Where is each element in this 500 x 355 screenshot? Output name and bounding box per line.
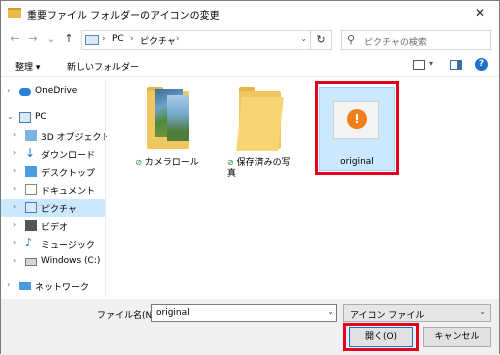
sidebar-item-label: Windows (C:) (41, 256, 101, 266)
navigation-pane: › OneDrive ⌄ PC › 3D オブジェクト › ↓ ダウンロード ›… (1, 79, 111, 297)
navigation-bar: ← → ⌄ ↑ › PC › ピクチャ › ⌄ ↻ ⚲ ピクチャの検索 (1, 27, 499, 53)
file-open-dialog: 重要ファイル フォルダーのアイコンの変更 ✕ ← → ⌄ ↑ › PC › ピク… (0, 0, 500, 355)
sidebar-item-label: ピクチャ (41, 205, 77, 215)
search-icon: ⚲ (347, 33, 356, 46)
sidebar-item-label: ミュージック (41, 241, 95, 251)
pane-divider[interactable] (105, 79, 106, 297)
chevron-down-icon[interactable]: ⌄ (300, 34, 307, 43)
breadcrumb-pc[interactable]: PC (112, 34, 124, 44)
chevron-right-icon: › (102, 34, 106, 44)
address-bar[interactable]: › PC › ピクチャ › ⌄ (81, 30, 311, 50)
sidebar-item-downloads[interactable]: › ↓ ダウンロード (1, 145, 105, 163)
chevron-right-icon: › (130, 34, 134, 44)
sidebar-item-label: OneDrive (35, 86, 78, 96)
sidebar-item-music[interactable]: › ♪ ミュージック (1, 235, 105, 253)
annotation-highlight (315, 81, 399, 175)
file-item-label: ⊘ 保存済みの写真 (227, 157, 297, 180)
sidebar-item-documents[interactable]: › ドキュメント (1, 181, 105, 199)
music-icon: ♪ (25, 236, 33, 249)
file-item[interactable]: ⊘ カメラロール (127, 79, 207, 175)
sidebar-item-label: PC (35, 112, 47, 122)
file-list: ⊘ カメラロール ⊘ 保存済みの写真 ! original (107, 79, 499, 297)
filetype-value: アイコン ファイル (350, 311, 425, 321)
breadcrumb-pictures[interactable]: ピクチャ (140, 34, 176, 47)
sidebar-item-windows-c[interactable]: › Windows (C:) (1, 253, 105, 271)
sidebar-item-label: ダウンロード (41, 151, 96, 161)
chevron-right-icon[interactable]: › (13, 130, 16, 139)
sidebar-item-videos[interactable]: › ビデオ (1, 217, 105, 235)
dialog-footer: ファイル名(N): original ⌄ アイコン ファイル ⌄ 開く(O) キ… (1, 299, 499, 355)
download-icon: ↓ (25, 146, 36, 160)
sync-check-icon: ⊘ (227, 158, 234, 167)
pictures-icon (25, 202, 37, 213)
file-name: 保存済みの写真 (227, 158, 291, 179)
photo-thumbnail (167, 95, 189, 141)
chevron-down-icon[interactable]: ⌄ (7, 112, 14, 121)
close-button[interactable]: ✕ (463, 2, 497, 24)
sidebar-item-label: デスクトップ (41, 169, 96, 179)
cancel-button[interactable]: キャンセル (423, 327, 491, 347)
chevron-right-icon[interactable]: › (7, 86, 10, 95)
chevron-right-icon[interactable]: › (13, 202, 16, 211)
title-bar: 重要ファイル フォルダーのアイコンの変更 ✕ (1, 1, 499, 27)
chevron-right-icon[interactable]: › (7, 280, 10, 289)
new-folder-button[interactable]: 新しいフォルダー (67, 60, 139, 73)
chevron-right-icon[interactable]: › (13, 148, 16, 157)
file-name: カメラロール (144, 158, 199, 168)
annotation-highlight (343, 323, 419, 351)
back-button[interactable]: ← (7, 31, 23, 47)
preview-pane-icon[interactable] (450, 60, 462, 70)
cloud-icon (19, 88, 31, 96)
chevron-right-icon[interactable]: › (13, 220, 16, 229)
drive-icon (25, 258, 37, 266)
chevron-right-icon[interactable]: › (13, 166, 16, 175)
search-placeholder: ピクチャの検索 (364, 38, 427, 48)
window-title: 重要ファイル フォルダーのアイコンの変更 (27, 11, 220, 22)
video-icon (25, 220, 37, 231)
sidebar-item-label: ドキュメント (41, 187, 96, 197)
sync-check-icon: ⊘ (135, 158, 142, 167)
forward-button[interactable]: → (25, 31, 41, 47)
filename-label: ファイル名(N): (97, 311, 159, 321)
folder-front (236, 97, 284, 151)
file-item[interactable]: ⊘ 保存済みの写真 (219, 79, 299, 179)
documents-icon (25, 184, 37, 195)
chevron-right-icon[interactable]: › (13, 184, 16, 193)
help-icon[interactable]: ? (475, 58, 488, 71)
organize-button[interactable]: 整理 ▾ (15, 60, 40, 73)
filename-value: original (156, 308, 190, 318)
network-icon (19, 282, 31, 290)
chevron-down-icon: ⌄ (479, 307, 486, 316)
filetype-select[interactable]: アイコン ファイル ⌄ (343, 304, 491, 322)
filename-field[interactable]: original ⌄ (151, 304, 337, 322)
pc-icon (19, 112, 31, 123)
chevron-right-icon[interactable]: › (13, 238, 16, 247)
sidebar-item-3d-objects[interactable]: › 3D オブジェクト (1, 127, 111, 145)
change-view-icon[interactable] (413, 60, 425, 70)
folder-icon (8, 8, 21, 18)
desktop-icon (25, 166, 37, 177)
sidebar-item-label: 3D オブジェクト (41, 133, 111, 143)
pictures-location-icon (85, 35, 99, 45)
chevron-down-icon[interactable]: ▾ (429, 59, 433, 68)
sidebar-item-label: ネットワーク (35, 283, 90, 293)
sidebar-item-pictures[interactable]: › ピクチャ (1, 199, 105, 217)
sidebar-item-onedrive[interactable]: › OneDrive (1, 83, 105, 101)
sidebar-item-label: ビデオ (41, 223, 69, 233)
sidebar-item-pc[interactable]: ⌄ PC (1, 109, 105, 127)
sidebar-item-network[interactable]: › ネットワーク (1, 277, 105, 295)
search-box[interactable]: ⚲ ピクチャの検索 (341, 30, 491, 50)
command-bar: 整理 ▾ 新しいフォルダー ▾ ? (1, 55, 499, 77)
up-button[interactable]: ↑ (61, 31, 77, 47)
3d-objects-icon (25, 130, 37, 141)
refresh-button[interactable]: ↻ (310, 30, 332, 50)
sidebar-item-desktop[interactable]: › デスクトップ (1, 163, 105, 181)
recent-locations-button[interactable]: ⌄ (43, 31, 59, 47)
chevron-right-icon[interactable]: › (13, 256, 16, 265)
chevron-down-icon[interactable]: ⌄ (327, 307, 334, 316)
chevron-right-icon: › (176, 34, 180, 44)
file-item-label: ⊘ カメラロール (127, 157, 207, 169)
